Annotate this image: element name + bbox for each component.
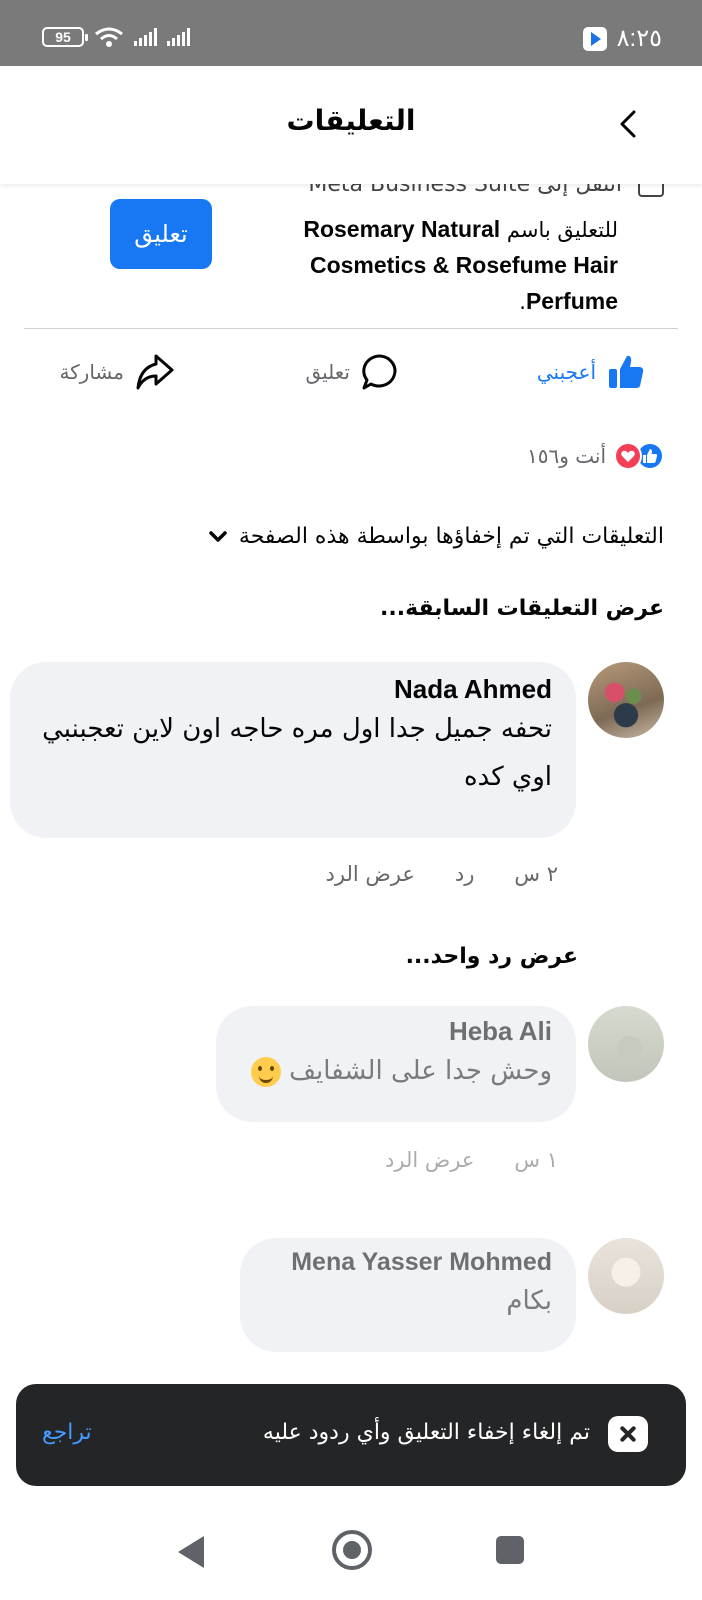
thumbs-up-icon bbox=[609, 355, 644, 388]
love-reaction-icon bbox=[614, 442, 642, 470]
comment-meta: ٢ س رد عرض الرد bbox=[326, 862, 558, 886]
post-actions: أعجبني تعليق مشاركة bbox=[0, 352, 702, 396]
comment-bubble-icon bbox=[362, 354, 397, 390]
chevron-down-icon bbox=[209, 530, 227, 542]
comment-author[interactable]: Nada Ahmed bbox=[34, 674, 552, 705]
comment-text-row: وحش جدا على الشفايف bbox=[240, 1047, 552, 1095]
avatar[interactable] bbox=[588, 1006, 664, 1082]
comment-meta: ١ س عرض الرد bbox=[385, 1148, 558, 1172]
signal-icon-2 bbox=[167, 28, 190, 46]
like-button[interactable]: أعجبني bbox=[537, 352, 646, 392]
comment-bubble[interactable]: Mena Yasser Mohmed بكام bbox=[240, 1238, 576, 1352]
snackbar: تم إلغاء إخفاء التعليق وأي ردود عليه ترا… bbox=[16, 1384, 686, 1486]
comment-text: بكام bbox=[506, 1286, 552, 1316]
smiling-face-emoji-icon bbox=[251, 1056, 282, 1087]
hidden-comments-toggle[interactable]: التعليقات التي تم إخفاؤها بواسطة هذه الص… bbox=[209, 524, 664, 549]
battery-icon: 95 bbox=[42, 27, 88, 47]
share-label: مشاركة bbox=[59, 360, 124, 384]
undo-button[interactable]: تراجع bbox=[42, 1420, 92, 1445]
comment-text: تحفه جميل جدا اول مره حاجه اون لاين تعجب… bbox=[42, 714, 552, 792]
comment-time: ١ س bbox=[514, 1148, 558, 1172]
snackbar-message: تم إلغاء إخفاء التعليق وأي ردود عليه bbox=[262, 1420, 590, 1445]
hidden-comments-label: التعليقات التي تم إخفاؤها بواسطة هذه الص… bbox=[238, 524, 664, 549]
status-bar: 95 ٨:٢٥ bbox=[0, 0, 702, 66]
comment-time: ٢ س bbox=[514, 862, 558, 886]
reactions-summary[interactable]: أنت و١٥٦ bbox=[527, 442, 664, 470]
system-nav-bar bbox=[0, 1500, 702, 1600]
status-right: ٨:٢٥ bbox=[582, 24, 662, 53]
comment-as-note: للتعليق باسم Rosemary Natural Cosmetics … bbox=[278, 212, 618, 320]
view-previous-comments-link[interactable]: عرض التعليقات السابقة... bbox=[380, 596, 664, 621]
nav-home-icon[interactable] bbox=[332, 1530, 372, 1570]
signal-icon bbox=[134, 28, 157, 46]
nav-back-icon[interactable] bbox=[178, 1536, 204, 1568]
nav-recents-icon[interactable] bbox=[496, 1536, 524, 1564]
reply-link[interactable]: رد bbox=[455, 862, 475, 886]
clock: ٨:٢٥ bbox=[616, 25, 662, 52]
like-label: أعجبني bbox=[536, 360, 596, 384]
page-title: التعليقات bbox=[286, 104, 416, 137]
status-icons: 95 bbox=[42, 26, 190, 48]
avatar[interactable] bbox=[588, 662, 664, 738]
comment-as-button[interactable]: تعليق bbox=[110, 199, 212, 269]
reaction-icons bbox=[614, 442, 664, 470]
comment-bubble[interactable]: Nada Ahmed تحفه جميل جدا اول مره حاجه او… bbox=[10, 662, 576, 838]
comment-text: وحش جدا على الشفايف bbox=[289, 1056, 552, 1086]
share-icon bbox=[136, 354, 174, 390]
back-icon[interactable] bbox=[614, 106, 646, 142]
comment-label: تعليق bbox=[305, 360, 350, 384]
avatar[interactable] bbox=[588, 1238, 664, 1314]
divider bbox=[24, 328, 678, 329]
view-one-reply-link[interactable]: عرض رد واحد... bbox=[406, 944, 578, 969]
share-button[interactable]: مشاركة bbox=[59, 352, 176, 392]
play-store-icon bbox=[582, 26, 607, 51]
wifi-icon bbox=[95, 27, 123, 47]
view-reply-link[interactable]: عرض الرد bbox=[385, 1148, 474, 1172]
view-reply-link[interactable]: عرض الرد bbox=[326, 862, 415, 886]
comment-author[interactable]: Mena Yasser Mohmed bbox=[264, 1248, 552, 1277]
reactions-count: أنت و١٥٦ bbox=[526, 444, 606, 468]
comment-as-suffix: . bbox=[519, 290, 526, 314]
close-icon[interactable] bbox=[608, 1416, 648, 1452]
comment-author[interactable]: Heba Ali bbox=[240, 1016, 552, 1047]
comment-as-prefix: للتعليق باسم bbox=[506, 218, 618, 242]
comment-button[interactable]: تعليق bbox=[305, 352, 400, 392]
comment-bubble[interactable]: Heba Ali وحش جدا على الشفايف bbox=[216, 1006, 576, 1122]
app-header: التعليقات bbox=[0, 66, 702, 184]
